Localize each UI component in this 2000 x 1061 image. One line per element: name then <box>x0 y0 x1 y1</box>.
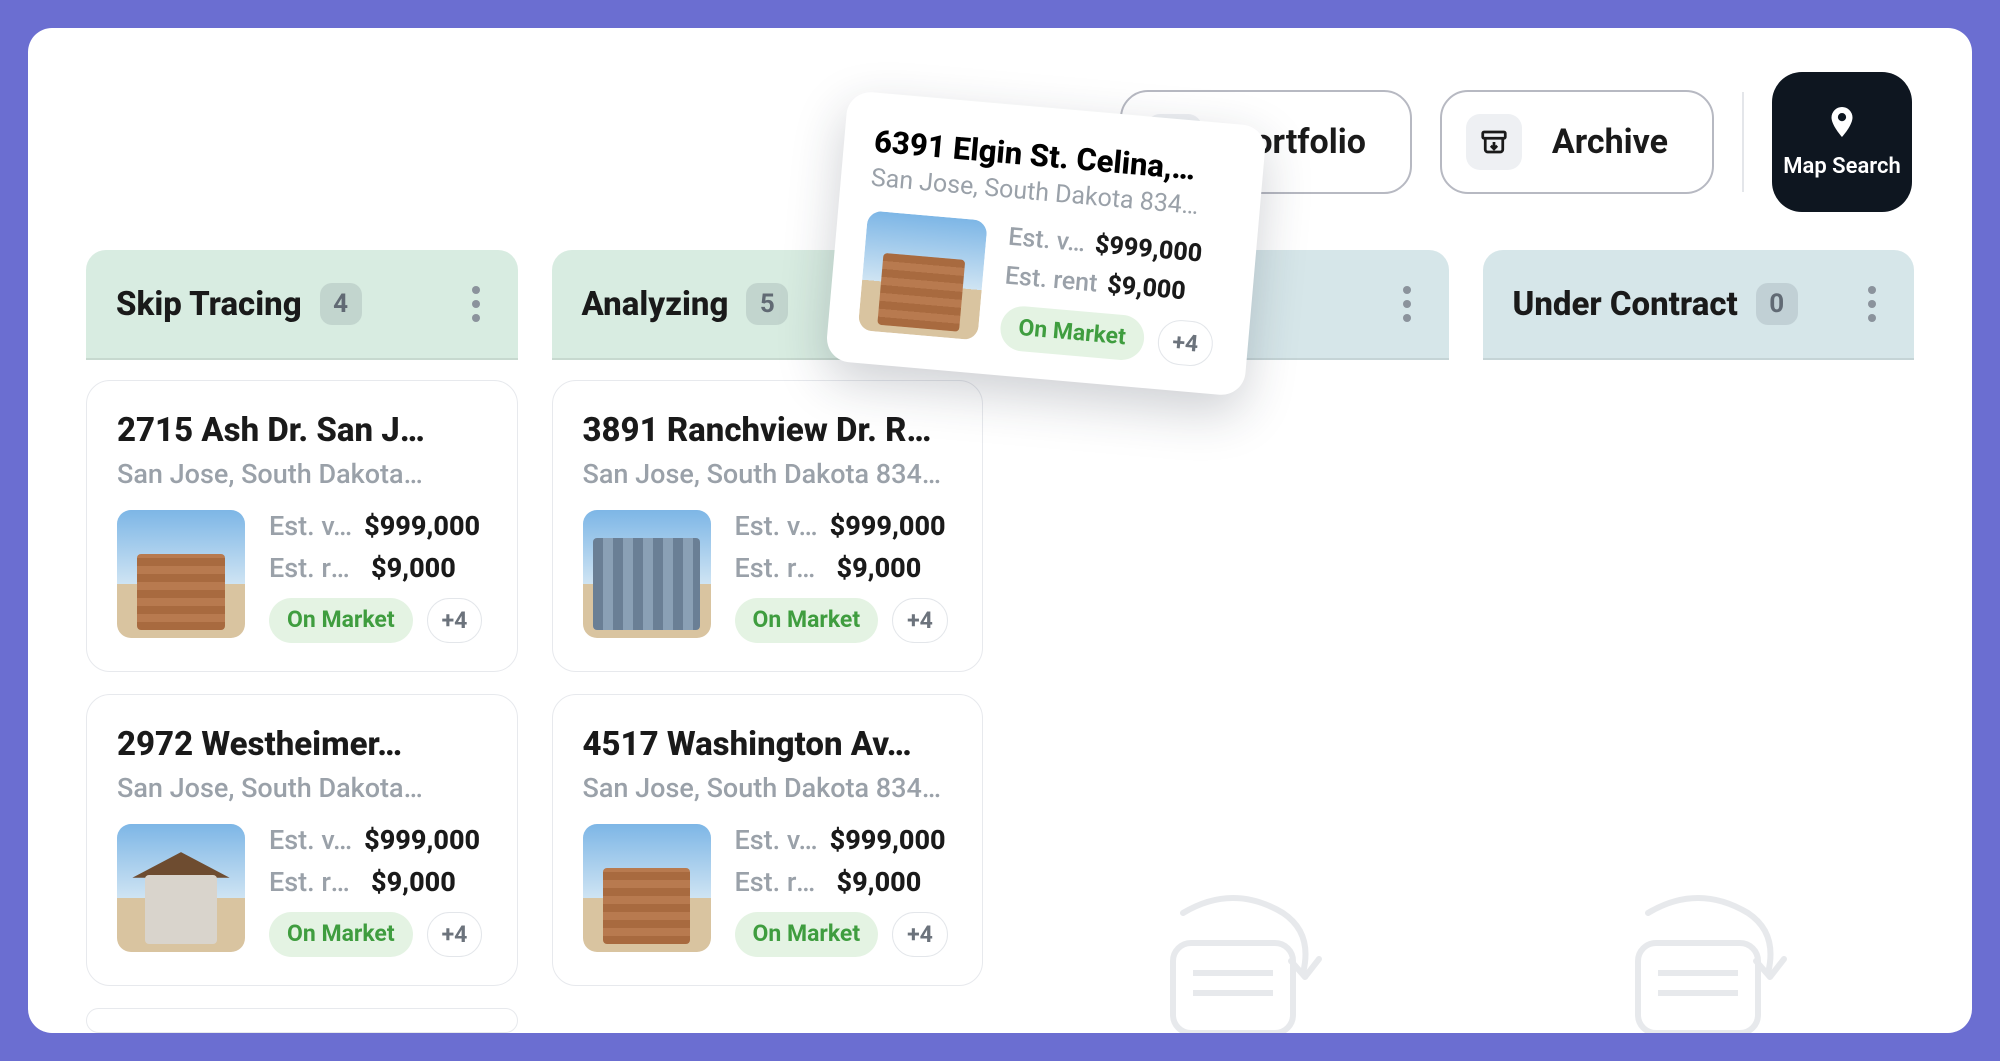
map-search-button[interactable]: Map Search <box>1772 72 1912 212</box>
card-address-line2: San Jose, South Dakota… <box>117 458 487 490</box>
dragging-property-card[interactable]: 6391 Elgin St. Celina,… San Jose, South … <box>825 90 1267 397</box>
card-address-line2: San Jose, South Dakota 834… <box>583 772 953 804</box>
app-frame: Portfolio Archive Map Search <box>0 0 2000 1061</box>
column-skip-tracing: Skip Tracing 4 2715 Ash Dr. San J… San J… <box>86 250 518 1033</box>
est-rent: $9,000 <box>1106 271 1187 307</box>
est-rent: $9,000 <box>371 552 456 584</box>
est-rent-label: Est. rent <box>1004 262 1099 299</box>
extra-count-badge[interactable]: +4 <box>892 912 948 957</box>
est-value: $999,000 <box>364 510 480 542</box>
est-value-label: Est. v… <box>735 510 818 542</box>
column-header: Skip Tracing 4 <box>86 250 518 360</box>
column-count: 4 <box>320 283 362 325</box>
property-card[interactable] <box>86 1008 518 1033</box>
column-body[interactable]: 2715 Ash Dr. San J… San Jose, South Dako… <box>86 360 518 1033</box>
status-badge: On Market <box>269 598 413 643</box>
property-card[interactable]: 4517 Washington Av… San Jose, South Dako… <box>552 694 984 986</box>
map-search-label: Map Search <box>1783 154 1900 180</box>
column-header: Under Contract 0 <box>1483 250 1915 360</box>
column-body[interactable]: 3891 Ranchview Dr. R… San Jose, South Da… <box>552 360 984 1033</box>
archive-icon <box>1466 114 1522 170</box>
extra-count-badge[interactable]: +4 <box>427 912 483 957</box>
column-title: Analyzing <box>582 285 729 324</box>
map-pin-icon <box>1824 104 1860 147</box>
column-menu-button[interactable] <box>1395 278 1419 330</box>
property-card[interactable]: 3891 Ranchview Dr. R… San Jose, South Da… <box>552 380 984 672</box>
column-count: 0 <box>1756 283 1798 325</box>
est-value-label: Est. v… <box>735 824 818 856</box>
extra-count-badge[interactable]: +4 <box>427 598 483 643</box>
card-address-line1: 3891 Ranchview Dr. R… <box>583 411 953 450</box>
column-menu-button[interactable] <box>464 278 488 330</box>
property-card[interactable]: 2715 Ash Dr. San J… San Jose, South Dako… <box>86 380 518 672</box>
column-under-contract: Under Contract 0 <box>1483 250 1915 1033</box>
extra-count-badge[interactable]: +4 <box>892 598 948 643</box>
status-badge: On Market <box>269 912 413 957</box>
card-address-line2: San Jose, South Dakota… <box>117 772 487 804</box>
column-body[interactable] <box>1017 360 1449 1033</box>
archive-button[interactable]: Archive <box>1440 90 1714 194</box>
app-surface: Portfolio Archive Map Search <box>28 28 1972 1033</box>
est-value: $999,000 <box>364 824 480 856</box>
est-value: $999,000 <box>1094 230 1203 268</box>
card-address-line2: San Jose, South Dakota 834… <box>583 458 953 490</box>
est-rent-label: Est. rent <box>735 552 825 584</box>
card-address-line1: 2715 Ash Dr. San J… <box>117 411 487 450</box>
column-count: 5 <box>746 283 788 325</box>
est-value-label: Est. v… <box>1007 223 1086 259</box>
est-value-label: Est. v… <box>269 510 352 542</box>
status-badge: On Market <box>735 598 879 643</box>
card-thumbnail <box>858 210 988 340</box>
card-thumbnail <box>583 510 711 638</box>
card-address-line1: 2972 Westheimer… <box>117 725 487 764</box>
est-rent-label: Est. rent <box>735 866 825 898</box>
column-title: Under Contract <box>1513 285 1738 324</box>
extra-count-badge[interactable]: +4 <box>1156 318 1215 368</box>
status-badge: On Market <box>999 304 1146 361</box>
est-value-label: Est. v… <box>269 824 352 856</box>
est-value: $999,000 <box>830 824 946 856</box>
est-rent: $9,000 <box>371 866 456 898</box>
est-rent-label: Est. rent <box>269 866 359 898</box>
est-rent-label: Est. rent <box>269 552 359 584</box>
card-address-line1: 4517 Washington Av… <box>583 725 953 764</box>
card-thumbnail <box>583 824 711 952</box>
card-thumbnail <box>117 510 245 638</box>
property-card[interactable]: 2972 Westheimer… San Jose, South Dakota…… <box>86 694 518 986</box>
est-rent: $9,000 <box>837 552 922 584</box>
card-thumbnail <box>117 824 245 952</box>
archive-label: Archive <box>1552 122 1668 162</box>
column-body[interactable] <box>1483 360 1915 1033</box>
nav-separator <box>1742 92 1744 192</box>
status-badge: On Market <box>735 912 879 957</box>
est-value: $999,000 <box>830 510 946 542</box>
drop-hint-icon <box>1123 873 1343 1033</box>
est-rent: $9,000 <box>837 866 922 898</box>
column-menu-button[interactable] <box>1860 278 1884 330</box>
column-title: Skip Tracing <box>116 285 302 324</box>
drop-hint-icon <box>1588 873 1808 1033</box>
